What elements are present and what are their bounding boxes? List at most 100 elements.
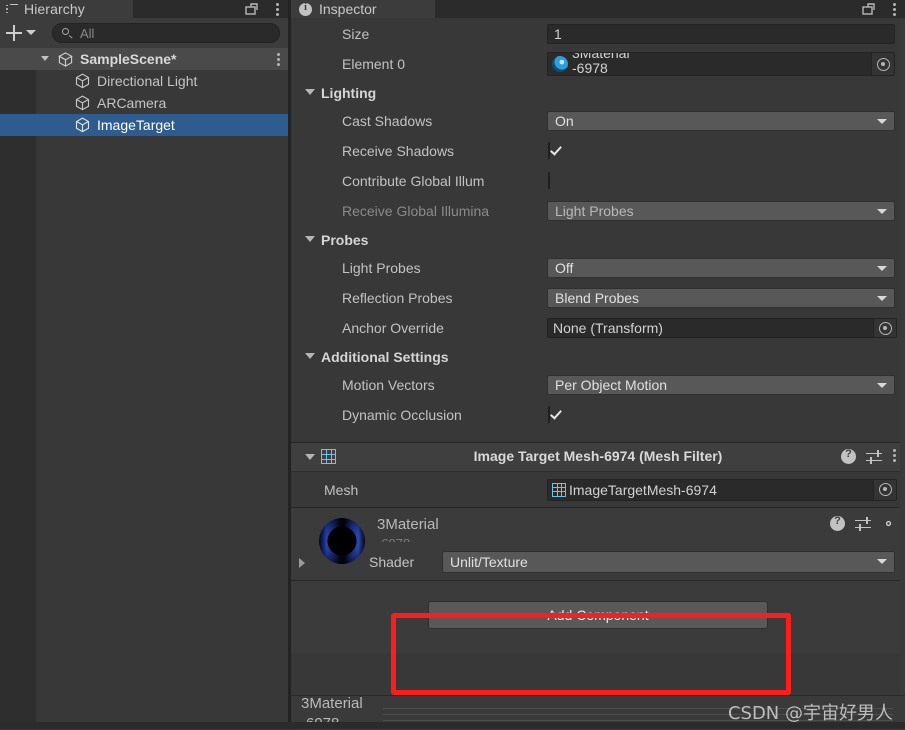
component-header-mesh-filter[interactable]: Image Target Mesh-6974 (Mesh Filter) <box>291 442 905 472</box>
cube-icon <box>75 95 90 111</box>
target-glyph <box>878 321 892 335</box>
tab-hierarchy[interactable]: Hierarchy <box>0 0 133 18</box>
inspector-lock-icon[interactable] <box>862 3 875 15</box>
cube-icon <box>75 73 90 89</box>
info-icon <box>299 2 312 16</box>
receive-shadows-checkbox[interactable] <box>548 142 564 159</box>
shader-dropdown[interactable]: Unlit/Texture <box>442 551 895 573</box>
size-input[interactable]: 1 <box>547 23 895 44</box>
mesh-grid-icon <box>552 482 566 497</box>
row-shader: Shader Unlit/Texture <box>291 550 905 574</box>
receive-gi-label: Receive Global Illumina <box>342 203 490 219</box>
hierarchy-tab-label: Hierarchy <box>24 1 85 17</box>
shader-label: Shader <box>369 554 415 570</box>
preset-icon[interactable] <box>855 516 871 531</box>
inspector-scrollbar[interactable] <box>900 18 905 695</box>
motion-vectors-dropdown[interactable]: Per Object Motion <box>547 375 895 395</box>
element-0-label: Element 0 <box>342 56 406 72</box>
chevron-down-icon <box>877 559 887 564</box>
preset-icon[interactable] <box>866 449 882 464</box>
object-picker-icon[interactable] <box>873 319 896 337</box>
gear-icon[interactable] <box>881 516 896 531</box>
hierarchy-item-label: ARCamera <box>97 95 167 111</box>
light-probes-dropdown[interactable]: Off <box>547 258 895 278</box>
probes-header-label: Probes <box>321 231 369 248</box>
motion-vectors-label: Motion Vectors <box>342 377 435 393</box>
section-header-probes[interactable]: Probes <box>291 226 905 253</box>
help-icon[interactable] <box>841 448 856 464</box>
target-glyph <box>878 483 892 496</box>
chevron-down-icon[interactable] <box>41 56 49 61</box>
element-0-object-field[interactable]: 3Material -6978 <box>547 52 895 76</box>
kebab-dot <box>276 53 280 56</box>
lock-icon[interactable] <box>245 3 258 15</box>
hierarchy-item-label: Directional Light <box>97 73 198 89</box>
reflection-probes-dropdown[interactable]: Blend Probes <box>547 288 895 308</box>
hierarchy-panel: Hierarchy All SampleScene* Directional L… <box>0 0 288 729</box>
hierarchy-kebab-menu-icon[interactable] <box>275 3 279 16</box>
inspector-tabbar: Inspector <box>291 0 905 18</box>
list-icon <box>6 3 18 15</box>
hierarchy-item-label: ImageTarget <box>97 117 175 133</box>
hierarchy-item-directional-light[interactable]: Directional Light <box>0 70 288 92</box>
hierarchy-item-imagetarget[interactable]: ImageTarget <box>0 114 288 136</box>
kebab-dot <box>275 8 279 11</box>
hierarchy-item-arcamera[interactable]: ARCamera <box>0 92 288 114</box>
add-component-area: Add Component <box>291 580 905 653</box>
row-motion-vectors: Motion Vectors Per Object Motion <box>291 370 905 400</box>
row-cast-shadows: Cast Shadows On <box>291 106 905 136</box>
target-glyph <box>876 57 890 71</box>
chevron-down-icon[interactable] <box>26 30 36 35</box>
receive-gi-value: Light Probes <box>555 203 634 219</box>
contribute-gi-label: Contribute Global Illum <box>342 173 485 189</box>
chevron-down-icon <box>877 119 887 124</box>
row-mesh: Mesh ImageTargetMesh-6974 <box>291 472 905 507</box>
material-component-block: 3Material -6978 Shader <box>291 507 905 580</box>
mesh-object-field[interactable]: ImageTargetMesh-6974 <box>547 478 897 501</box>
cast-shadows-label: Cast Shadows <box>342 113 433 129</box>
add-object-button[interactable] <box>5 24 23 42</box>
cast-shadows-value: On <box>555 113 574 129</box>
section-header-additional-settings[interactable]: Additional Settings <box>291 343 905 370</box>
element-0-value-line2: -6978 <box>572 60 608 76</box>
row-receive-shadows: Receive Shadows <box>291 136 905 166</box>
chevron-down-icon <box>877 383 887 388</box>
object-picker-icon[interactable] <box>873 479 896 500</box>
help-icon[interactable] <box>830 515 845 531</box>
section-header-lighting[interactable]: Lighting <box>291 79 905 106</box>
tab-inspector[interactable]: Inspector <box>291 0 435 18</box>
shader-value: Unlit/Texture <box>450 554 528 570</box>
mesh-value: ImageTargetMesh-6974 <box>569 481 717 498</box>
inspector-body: Size 1 Element 0 3Material -6978 Lightin… <box>291 18 905 729</box>
scene-kebab-menu-icon[interactable] <box>276 53 280 66</box>
lock-glyph <box>862 3 875 15</box>
receive-gi-dropdown[interactable]: Light Probes <box>547 201 895 221</box>
cast-shadows-dropdown[interactable]: On <box>547 111 895 131</box>
kebab-dot <box>276 58 280 61</box>
material-name-clipped: -6978 <box>377 536 443 542</box>
motion-vectors-value: Per Object Motion <box>555 377 668 393</box>
add-component-button[interactable]: Add Component <box>428 601 768 629</box>
checkbox-glyph <box>548 142 550 159</box>
kebab-dot <box>892 459 896 462</box>
chevron-down-icon <box>305 236 315 242</box>
contribute-gi-checkbox[interactable] <box>548 172 564 189</box>
row-element-0: Element 0 3Material -6978 <box>291 49 905 79</box>
unity-scene-icon <box>58 52 73 68</box>
object-picker-icon[interactable] <box>871 53 894 75</box>
dynamic-occlusion-checkbox[interactable] <box>548 406 564 423</box>
row-receive-gi: Receive Global Illumina Light Probes <box>291 196 905 226</box>
anchor-override-object-field[interactable]: None (Transform) <box>547 318 897 338</box>
search-icon <box>62 27 73 39</box>
lock-glyph <box>245 3 258 15</box>
mesh-filter-kebab-menu-icon[interactable] <box>892 449 896 464</box>
row-size: Size 1 <box>291 18 905 49</box>
inspector-kebab-menu-icon[interactable] <box>892 3 896 16</box>
search-input[interactable]: All <box>52 23 280 43</box>
hierarchy-scene-row[interactable]: SampleScene* <box>0 48 288 70</box>
size-value: 1 <box>547 23 895 44</box>
cube-icon <box>75 117 90 133</box>
row-light-probes: Light Probes Off <box>291 253 905 283</box>
light-probes-value: Off <box>555 260 574 276</box>
